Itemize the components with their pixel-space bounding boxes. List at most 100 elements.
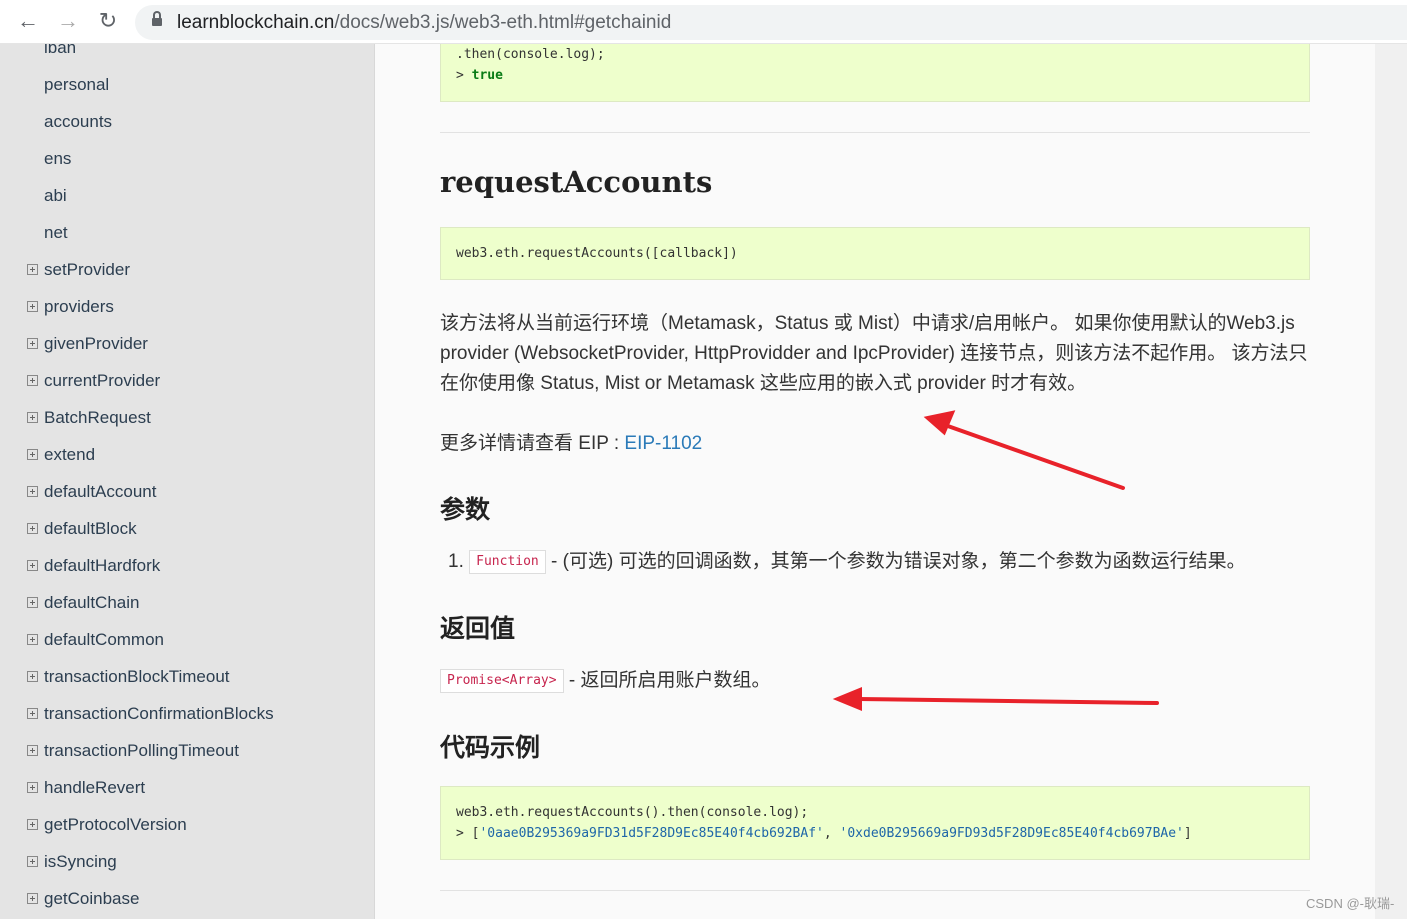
example-heading: 代码示例: [440, 734, 541, 762]
expand-icon[interactable]: [27, 893, 38, 904]
url-host: learnblockchain.cn: [177, 12, 335, 33]
expand-icon[interactable]: [27, 338, 38, 349]
page-title: requestAccounts: [440, 165, 713, 199]
sidebar-item-label: defaultChain: [44, 593, 140, 612]
sidebar-item-handlerevert[interactable]: handleRevert: [27, 776, 146, 800]
expand-icon[interactable]: [27, 819, 38, 830]
code-line: .then(console.log);: [456, 47, 605, 62]
sidebar-item-personal[interactable]: personal: [44, 73, 109, 97]
expand-icon[interactable]: [27, 597, 38, 608]
sidebar-item-currentprovider[interactable]: currentProvider: [27, 369, 161, 393]
divider: [440, 132, 1310, 133]
example-code-block: web3.eth.requestAccounts().then(console.…: [440, 786, 1310, 860]
sidebar-item-label: transactionConfirmationBlocks: [44, 704, 274, 723]
sidebar-item-label: getProtocolVersion: [44, 815, 187, 834]
sidebar-item-ens[interactable]: ens: [44, 147, 71, 171]
sidebar-item-label: transactionBlockTimeout: [44, 667, 230, 686]
returns-heading: 返回值: [440, 615, 516, 643]
return-item: Promise<Array> - 返回所启用账户数组。: [440, 666, 1310, 696]
sidebar-item-issyncing[interactable]: isSyncing: [27, 850, 117, 874]
sidebar-item-defaultaccount[interactable]: defaultAccount: [27, 480, 157, 504]
expand-icon[interactable]: [27, 486, 38, 497]
params-heading: 参数: [440, 496, 491, 524]
sidebar-item-givenprovider[interactable]: givenProvider: [27, 332, 148, 356]
sidebar-item-defaulthardfork[interactable]: defaultHardfork: [27, 554, 161, 578]
sidebar-item-label: defaultCommon: [44, 630, 165, 649]
eip-link[interactable]: EIP-1102: [624, 433, 702, 454]
previous-code-block: .then(console.log); > true: [440, 44, 1310, 102]
separator: ,: [823, 826, 840, 841]
sidebar-item-label: isSyncing: [44, 852, 117, 871]
sidebar-item-label: defaultAccount: [44, 482, 157, 501]
prompt: >: [456, 68, 472, 83]
signature-code-block: web3.eth.requestAccounts([callback]): [440, 227, 1310, 280]
forward-button[interactable]: →: [54, 8, 82, 34]
sidebar-item-label: net: [44, 223, 68, 242]
expand-icon[interactable]: [27, 449, 38, 460]
sidebar-item-label: defaultHardfork: [44, 556, 161, 575]
sidebar-item-defaultcommon[interactable]: defaultCommon: [27, 628, 165, 652]
expand-icon[interactable]: [27, 412, 38, 423]
expand-icon[interactable]: [27, 523, 38, 534]
sidebar-item-getcoinbase[interactable]: getCoinbase: [27, 887, 140, 911]
expand-icon[interactable]: [27, 375, 38, 386]
sidebar-item-label: ens: [44, 149, 72, 168]
return-desc: - 返回所启用账户数组。: [563, 670, 771, 691]
sidebar-item-providers[interactable]: providers: [27, 295, 114, 319]
sidebar-item-label: handleRevert: [44, 778, 146, 797]
sidebar-item-transactionblocktimeout[interactable]: transactionBlockTimeout: [27, 665, 230, 689]
scrollbar[interactable]: [1375, 44, 1407, 919]
expand-icon[interactable]: [27, 560, 38, 571]
expand-icon[interactable]: [27, 708, 38, 719]
sidebar-item-label: accounts: [44, 112, 113, 131]
sidebar-item-extend[interactable]: extend: [27, 443, 96, 467]
sidebar: iban personal accounts ens abi net setProvider…: [0, 44, 375, 919]
sidebar-item-label: setProvider: [44, 260, 130, 279]
sidebar-item-setprovider[interactable]: setProvider: [27, 258, 130, 282]
expand-icon[interactable]: [27, 634, 38, 645]
sidebar-item-label: abi: [44, 186, 67, 205]
sidebar-item-batchrequest[interactable]: BatchRequest: [27, 406, 151, 430]
type-badge: Promise<Array>: [440, 668, 564, 693]
lock-icon: [152, 11, 162, 28]
sidebar-item-iban[interactable]: iban: [44, 44, 76, 60]
more-info-label: 更多详情请查看 EIP :: [440, 433, 625, 454]
url-path: /docs/web3.js/web3-eth.html#getchainid: [334, 12, 672, 33]
sidebar-item-label: defaultBlock: [44, 519, 137, 538]
sidebar-item-transactionconfirmationblocks[interactable]: transactionConfirmationBlocks: [27, 702, 274, 726]
sidebar-item-label: getCoinbase: [44, 889, 140, 908]
sidebar-item-defaultchain[interactable]: defaultChain: [27, 591, 140, 615]
annotation-arrow: [856, 697, 1159, 705]
sidebar-item-net[interactable]: net: [44, 221, 68, 245]
sidebar-item-abi[interactable]: abi: [44, 184, 67, 208]
expand-icon[interactable]: [27, 856, 38, 867]
sidebar-item-label: BatchRequest: [44, 408, 151, 427]
address-string: '0aae0B295369a9FD31d5F28D9Ec85E40f4cb692…: [479, 826, 824, 841]
address-bar[interactable]: learnblockchain.cn/docs/web3.js/web3-eth…: [135, 5, 1407, 40]
more-info: 更多详情请查看 EIP : EIP-1102: [440, 429, 1310, 459]
type-badge: Function: [469, 549, 546, 574]
sidebar-item-label: currentProvider: [44, 371, 161, 390]
sidebar-item-label: personal: [44, 75, 110, 94]
sidebar-item-accounts[interactable]: accounts: [44, 110, 112, 134]
sidebar-item-label: extend: [44, 445, 96, 464]
back-button[interactable]: ←: [14, 8, 42, 34]
expand-icon[interactable]: [27, 301, 38, 312]
sidebar-item-getprotocolversion[interactable]: getProtocolVersion: [27, 813, 187, 837]
expand-icon[interactable]: [27, 264, 38, 275]
bracket: ]: [1183, 826, 1192, 841]
expand-icon[interactable]: [27, 782, 38, 793]
sidebar-item-label: providers: [44, 297, 114, 316]
address-string: '0xde0B295669a9FD93d5F28D9Ec85E40f4cb697…: [839, 826, 1184, 841]
description: 该方法将从当前运行环境（Metamask，Status 或 Mist）中请求/启…: [440, 313, 1308, 394]
expand-icon[interactable]: [27, 745, 38, 756]
list-number: 1.: [448, 551, 464, 572]
expand-icon[interactable]: [27, 671, 38, 682]
browser-toolbar: ← → ↻ learnblockchain.cn/docs/web3.js/we…: [0, 0, 1407, 44]
sidebar-item-label: transactionPollingTimeout: [44, 741, 239, 760]
prompt: > [: [456, 826, 480, 841]
sidebar-item-label: givenProvider: [44, 334, 148, 353]
sidebar-item-defaultblock[interactable]: defaultBlock: [27, 517, 137, 541]
reload-button[interactable]: ↻: [94, 8, 122, 34]
sidebar-item-transactionpollingtimeout[interactable]: transactionPollingTimeout: [27, 739, 239, 763]
